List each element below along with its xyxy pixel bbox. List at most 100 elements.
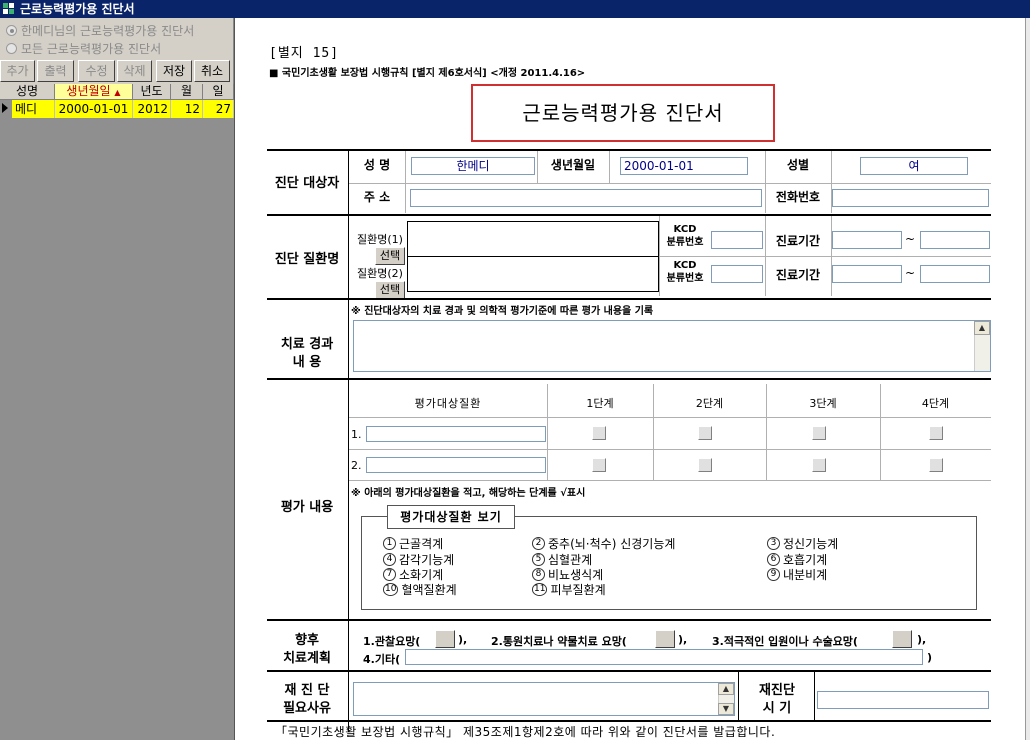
disease2-field[interactable] bbox=[407, 256, 659, 292]
diagnosis-form: [별지 15] ■ 국민기초생활 보장법 시행규칙 [별지 제6호서식] <개정… bbox=[234, 18, 1030, 740]
plan-other-field[interactable] bbox=[405, 649, 923, 665]
plan-option-4-close: ) bbox=[927, 651, 933, 664]
row2-stage3-checkbox[interactable] bbox=[812, 458, 826, 472]
number-circle-icon: 11 bbox=[532, 583, 548, 596]
number-circle-icon: 5 bbox=[532, 553, 545, 566]
stage3-header: 3단계 bbox=[809, 397, 837, 410]
number-circle-icon: 6 bbox=[767, 553, 780, 566]
edit-button[interactable]: 수정 bbox=[78, 60, 115, 82]
scroll-down-icon[interactable]: ▼ bbox=[718, 703, 734, 715]
rediag-timing-field[interactable] bbox=[817, 691, 989, 709]
divider bbox=[267, 720, 991, 722]
number-circle-icon: 10 bbox=[383, 583, 399, 596]
row2-stage4-checkbox[interactable] bbox=[929, 458, 943, 472]
scroll-up-icon[interactable]: ▲ bbox=[718, 683, 734, 695]
kcd2-field[interactable] bbox=[711, 265, 763, 283]
kcd2-label: KCD 분류번호 bbox=[659, 259, 711, 285]
cell-day[interactable]: 27 bbox=[203, 100, 234, 118]
divider bbox=[267, 378, 991, 380]
select-disease2-button[interactable]: 선택 bbox=[375, 281, 405, 299]
plan-option-3-checkbox[interactable] bbox=[892, 630, 912, 648]
cell-name[interactable]: 메디 bbox=[12, 100, 55, 118]
cell-birth[interactable]: 2000-01-01 bbox=[55, 100, 133, 118]
period2-end-field[interactable] bbox=[920, 265, 990, 283]
cancel-button[interactable]: 취소 bbox=[194, 60, 230, 82]
select-disease1-button[interactable]: 선택 bbox=[375, 247, 405, 265]
address-label: 주 소 bbox=[363, 190, 391, 204]
divider bbox=[267, 619, 991, 621]
divider bbox=[609, 151, 610, 183]
disease-name: 정신기능계 bbox=[783, 537, 839, 551]
row1-stage4-checkbox[interactable] bbox=[929, 426, 943, 440]
disease-item-11: 11 피부질환계 bbox=[532, 581, 606, 598]
col-header-year[interactable]: 년도 bbox=[133, 84, 171, 100]
period1-start-field[interactable] bbox=[832, 231, 902, 249]
phone-field[interactable] bbox=[832, 189, 989, 207]
radio-all-patients[interactable]: 모든 근로능력평가용 진단서 bbox=[6, 40, 161, 56]
number-circle-icon: 1 bbox=[383, 537, 396, 550]
radio-current-patient[interactable]: 한메디님의 근로능력평가용 진단서 bbox=[6, 22, 194, 38]
period2-start-field[interactable] bbox=[832, 265, 902, 283]
period2-label: 진료기간 bbox=[775, 268, 821, 282]
row2-stage1-checkbox[interactable] bbox=[592, 458, 606, 472]
disease-name: 내분비계 bbox=[783, 568, 828, 582]
label-line: 내 용 bbox=[292, 355, 322, 370]
plan-option-1-checkbox[interactable] bbox=[435, 630, 455, 648]
kcd1-field[interactable] bbox=[711, 231, 763, 249]
phone-label: 전화번호 bbox=[775, 190, 821, 204]
cell-year[interactable]: 2012 bbox=[133, 100, 171, 118]
sex-field[interactable]: 여 bbox=[860, 157, 968, 175]
label-line: 치료계획 bbox=[283, 651, 331, 666]
kcd1-label: KCD 분류번호 bbox=[659, 223, 711, 249]
number-circle-icon: 9 bbox=[767, 568, 780, 581]
plan-option-1-close: ), bbox=[458, 633, 468, 646]
row1-stage3-checkbox[interactable] bbox=[812, 426, 826, 440]
period1-end-field[interactable] bbox=[920, 231, 990, 249]
col-header-name[interactable]: 성명 bbox=[0, 84, 55, 100]
cell-month[interactable]: 12 bbox=[171, 100, 203, 118]
kcd-label-line: 분류번호 bbox=[666, 273, 704, 284]
form-scrollbar[interactable] bbox=[1025, 18, 1030, 740]
divider bbox=[267, 298, 991, 300]
divider bbox=[349, 417, 991, 418]
print-button[interactable]: 출력 bbox=[37, 60, 74, 82]
disease-name: 중추(뇌·척수) 신경기능계 bbox=[548, 537, 676, 551]
row2-stage2-checkbox[interactable] bbox=[698, 458, 712, 472]
radio-dot-icon bbox=[6, 24, 17, 36]
disease1-field[interactable] bbox=[407, 221, 659, 257]
col-header-month[interactable]: 월 bbox=[171, 84, 203, 100]
divider bbox=[267, 670, 991, 672]
col-header-disease: 평가대상질환 bbox=[414, 397, 482, 410]
row1-stage2-checkbox[interactable] bbox=[698, 426, 712, 440]
law-reference: ■ 국민기초생활 보장법 시행규칙 [별지 제6호서식] <개정 2011.4.… bbox=[269, 68, 586, 79]
window-title: 근로능력평가용 진단서 bbox=[20, 2, 135, 16]
address-field[interactable] bbox=[410, 189, 762, 207]
name-field[interactable]: 한메디 bbox=[411, 157, 535, 175]
save-button[interactable]: 저장 bbox=[156, 60, 192, 82]
disease-name: 근골격계 bbox=[399, 537, 444, 551]
tilde: ~ bbox=[905, 266, 916, 280]
add-button[interactable]: 추가 bbox=[0, 60, 35, 82]
disease1-label: 질환명(1) bbox=[357, 233, 403, 246]
plan-option-2-checkbox[interactable] bbox=[655, 630, 675, 648]
plan-option-2-label: 2.통원치료나 약물치료 요망( bbox=[491, 635, 627, 648]
delete-button[interactable]: 삭제 bbox=[117, 60, 152, 82]
scroll-up-icon[interactable]: ▲ bbox=[974, 321, 990, 335]
disease-item-3: 3 정신기능계 bbox=[767, 535, 838, 552]
treatment-note: ※ 진단대상자의 치료 경과 및 의학적 평가기준에 따른 평가 내용을 기록 bbox=[351, 306, 654, 317]
row1-stage1-checkbox[interactable] bbox=[592, 426, 606, 440]
rediag-reason-textarea[interactable]: ▲ ▼ bbox=[353, 682, 735, 716]
col-header-birth[interactable]: 생년월일 ▲ bbox=[55, 84, 133, 100]
divider bbox=[831, 216, 832, 296]
disease-item-10: 10 혈액질환계 bbox=[383, 581, 457, 598]
col-header-day[interactable]: 일 bbox=[203, 84, 234, 100]
label-line: 치료 경과 bbox=[280, 337, 334, 352]
eval-disease1-field[interactable] bbox=[366, 426, 546, 442]
birth-field[interactable]: 2000-01-01 bbox=[620, 157, 748, 175]
kcd-label-line: KCD bbox=[673, 224, 697, 235]
eval-disease2-field[interactable] bbox=[366, 457, 546, 473]
treatment-textarea[interactable]: ▲ bbox=[353, 320, 991, 372]
kcd-label-line: KCD bbox=[673, 260, 697, 271]
plan-option-3-label: 3.적극적인 입원이나 수술요망( bbox=[712, 635, 858, 648]
label-line: 필요사유 bbox=[283, 701, 331, 716]
